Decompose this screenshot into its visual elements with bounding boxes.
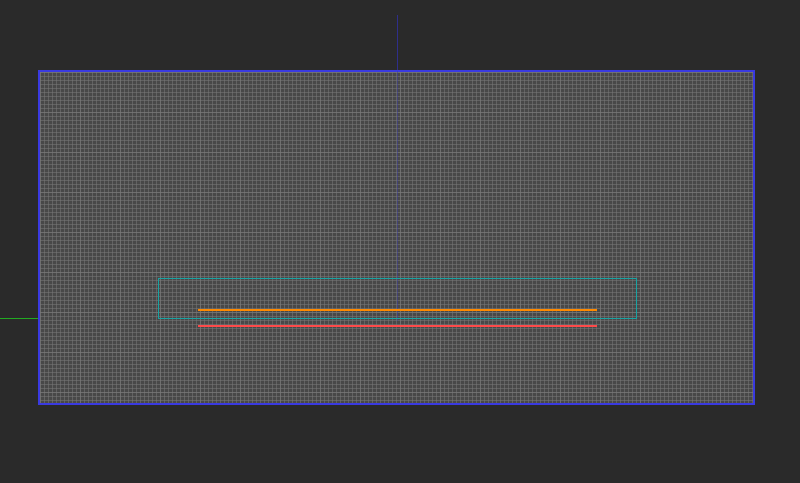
x-axis-line [0, 318, 38, 319]
red-line-object[interactable] [198, 325, 597, 327]
editor-viewport[interactable] [0, 0, 800, 483]
selection-bounding-box[interactable] [158, 278, 637, 319]
orange-line-object[interactable] [198, 309, 597, 311]
y-axis-line [397, 15, 398, 71]
